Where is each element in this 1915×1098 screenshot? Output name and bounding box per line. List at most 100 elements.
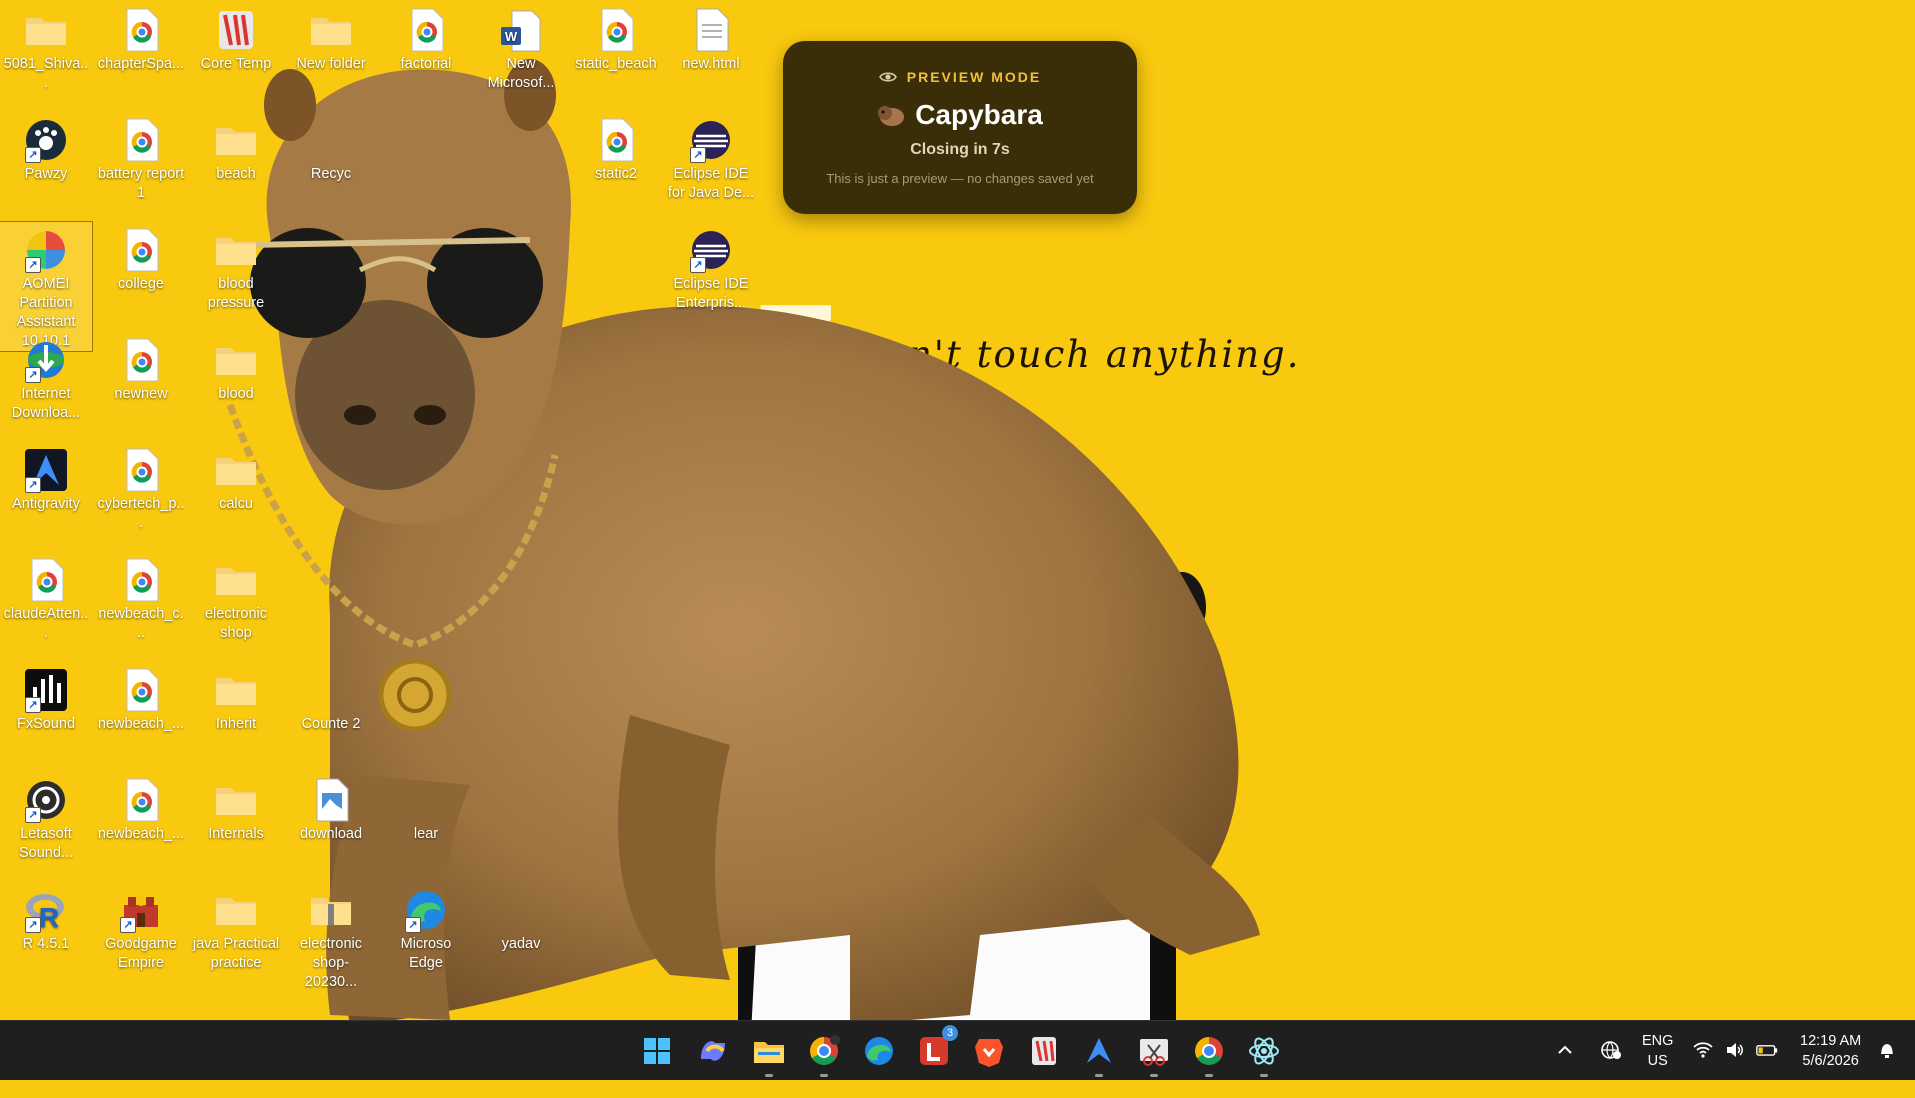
desktop-icon[interactable]: ↗ Microso Edge [380,882,472,973]
desktop-icon[interactable]: ↗ Eclipse IDE Enterpris... [665,222,757,313]
desktop-icon[interactable]: java Practical practice [190,882,282,973]
desktop-icon[interactable]: electronic shop [190,552,282,643]
chrome-icon [118,667,164,713]
desktop-icon[interactable]: blood pressure [190,222,282,313]
desktop-icon-label: New Microsof... [487,56,555,91]
volume-button[interactable] [1724,1039,1746,1098]
eclipse-icon: ↗ [688,227,734,273]
desktop-icon[interactable]: W New Microsof... [475,2,567,93]
desktop-icon[interactable]: ↗ Internet Downloa... [0,332,92,423]
desktop-icon[interactable]: claudeAtten... [0,552,92,643]
taskbar-copilot-button[interactable] [693,1031,733,1071]
taskbar-file-explorer-button[interactable] [749,1031,789,1077]
chrome-icon [1189,1037,1229,1075]
desktop-icon[interactable]: static_beach [570,2,662,74]
taskbar-chrome-button[interactable] [1189,1031,1229,1077]
desktop-icon[interactable]: ↗ Pawzy [0,112,92,184]
desktop-icon[interactable]: newbeach_c... [95,552,187,643]
input-language-button[interactable]: ENG US [1642,1031,1673,1090]
file-icon [688,7,734,53]
desktop-icon[interactable]: factorial [380,2,472,74]
taskbar-brave-button[interactable] [969,1031,1009,1071]
desktop-icon[interactable]: ↗ Eclipse IDE for Java De... [665,112,757,203]
bell-icon [1881,1044,1893,1058]
clock-time: 12:19 AM [1800,1033,1862,1049]
desktop-icon[interactable]: blood [190,332,282,404]
desktop-icon[interactable]: Core Temp [190,2,282,74]
desktop-icon[interactable]: ↗ FxSound [0,662,92,734]
desktop-icon[interactable]: college [95,222,187,294]
desktop[interactable]: 7 don't touch anything. [0,0,1915,1020]
desktop-icon[interactable]: 5081_Shiva... [0,2,92,93]
chrome-icon [118,117,164,163]
aomei-icon: ↗ [23,227,69,273]
show-hidden-icons-button[interactable] [1554,1039,1576,1098]
desktop-icon-label: download [299,826,363,842]
taskbar-edge-button[interactable] [859,1031,899,1071]
desktop-icon[interactable]: beach [190,112,282,184]
desktop-icon[interactable]: lear [380,772,472,844]
desktop-icon-label: electronic shop-20230... [299,936,363,990]
folder-icon [213,337,259,383]
running-indicator [820,1074,828,1077]
folder-icon [213,447,259,493]
desktop-icon-label: Microso Edge [400,936,452,971]
desktop-icon-label: yadav [501,936,541,952]
desktop-icon[interactable]: new.html [665,2,757,74]
desktop-icon-label: Internals [208,826,264,842]
desktop-icon[interactable]: yadav [475,882,567,954]
desktop-icon[interactable]: ↗ Antigravity [0,442,92,514]
running-indicator [1205,1074,1213,1077]
desktop-icon[interactable]: electronic shop-20230... [285,882,377,992]
desktop-icon[interactable]: R ↗ R 4.5.1 [0,882,92,954]
desktop-icon[interactable]: newbeach_... [95,662,187,734]
desktop-icon[interactable]: Internals [190,772,282,844]
desktop-icon[interactable]: cybertech_p... [95,442,187,533]
desktop-icon[interactable]: Counte 2 [285,662,377,734]
battery-button[interactable] [1756,1039,1778,1098]
taskbar-core-temp-button[interactable] [1024,1031,1064,1071]
antigravity-icon: ↗ [23,447,69,493]
chrome-icon [23,557,69,603]
desktop-icon[interactable]: Recyc [285,112,377,184]
antigravity-icon [1079,1038,1119,1075]
desktop-icon[interactable]: newbeach_... [95,772,187,844]
taskbar-electron-app-button[interactable] [1244,1031,1284,1077]
folder-icon [213,117,259,163]
notifications-button[interactable] [1876,1039,1898,1098]
desktop-icon[interactable]: chapterSpa... [95,2,187,74]
desktop-icon[interactable]: New folder [285,2,377,74]
folder-icon [213,667,259,713]
taskbar-chrome-profile-button[interactable] [804,1031,844,1077]
preview-mode-row: PREVIEW MODE [783,69,1137,85]
taskbar-lasso-button[interactable]: 3 [914,1025,958,1071]
desktop-icon-label: newbeach_... [97,826,185,842]
shortcut-arrow-icon: ↗ [25,477,41,493]
desktop-icon[interactable]: newnew [95,332,187,404]
desktop-icon[interactable]: ↗ Goodgame Empire [95,882,187,973]
desktop-icon[interactable]: battery report 1 [95,112,187,203]
desktop-icon[interactable]: static2 [570,112,662,184]
desktop-icon-label: Antigravity [12,496,80,512]
desktop-icon-label: java Practical practice [192,936,280,971]
zip-icon [308,887,354,933]
desktop-icon-label: Eclipse IDE for Java De... [667,166,755,201]
clock-button[interactable]: 12:19 AM 5/6/2026 [1800,1031,1861,1090]
svg-text:W: W [505,29,518,44]
preview-title-row: Capybara [783,99,1137,131]
desktop-icon-label: New folder [296,56,366,72]
vpn-tray-button[interactable] [1600,1039,1622,1098]
desktop-icon-label: electronic shop [204,606,268,641]
desktop-icon[interactable]: calcu [190,442,282,514]
network-button[interactable] [1692,1039,1714,1098]
folder-icon [213,227,259,273]
desktop-icon[interactable]: ↗ Letasoft Sound... [0,772,92,863]
desktop-icon[interactable]: Inherit [190,662,282,734]
preview-mode-label: PREVIEW MODE [906,69,1042,85]
chrome-profile-icon [804,1035,844,1075]
speaker-icon [1727,1043,1743,1057]
desktop-icon[interactable]: download [285,772,377,844]
taskbar-start-button[interactable] [637,1031,677,1071]
taskbar-snipping-tool-button[interactable] [1134,1031,1174,1077]
taskbar-antigravity-button[interactable] [1079,1031,1119,1077]
